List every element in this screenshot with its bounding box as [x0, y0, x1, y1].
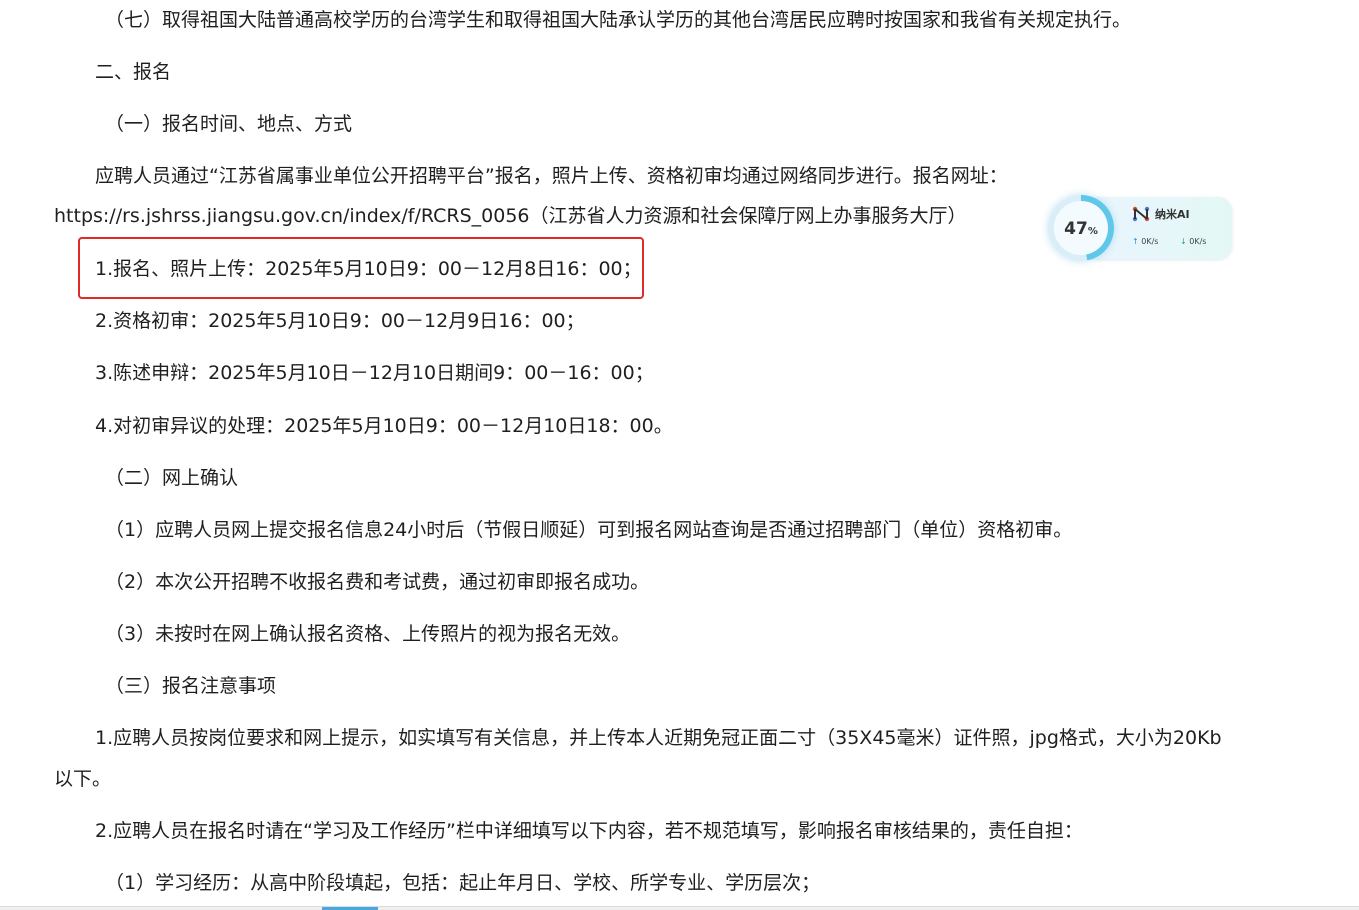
registration-url-link[interactable]: https://rs.jshrss.jiangsu.gov.cn/index/f…: [54, 203, 967, 229]
subsection-heading-time-place: （一）报名时间、地点、方式: [105, 113, 353, 135]
nano-ai-widget[interactable]: 47% 纳米AI ↑ 0K/s ↓ 0K/s: [1048, 195, 1234, 263]
notes-subitem-study-history: （1）学习经历：从高中阶段填起，包括：起止年月日、学校、所学专业、学历层次；: [105, 872, 821, 894]
highlight-box: [78, 237, 644, 299]
upload-speed-value: 0K/s: [1141, 237, 1159, 246]
paragraph-clause-7: （七）取得祖国大陆普通高校学历的台湾学生和取得祖国大陆承认学历的其他台湾居民应聘…: [105, 9, 1132, 31]
subsection-heading-online-confirmation: （二）网上确认: [105, 467, 239, 489]
confirmation-item-3: （3）未按时在网上确认报名资格、上传照片的视为报名无效。: [105, 623, 631, 645]
confirmation-item-2: （2）本次公开招聘不收报名费和考试费，通过初审即报名成功。: [105, 571, 650, 593]
widget-brand-label: 纳米AI: [1155, 208, 1190, 221]
download-speed: ↓ 0K/s: [1180, 237, 1206, 246]
paragraph-registration-platform: 应聘人员通过“江苏省属事业单位公开招聘平台”报名，照片上传、资格初审均通过网络同…: [95, 165, 1008, 187]
bottom-scrollbar-track[interactable]: [0, 906, 1359, 910]
section-heading-registration: 二、报名: [95, 61, 172, 83]
notes-item-1: 1.应聘人员按岗位要求和网上提示，如实填写有关信息，并上传本人近期免冠正面二寸（…: [95, 727, 1222, 749]
confirmation-item-1: （1）应聘人员网上提交报名信息24小时后（节假日顺延）可到报名网站查询是否通过招…: [105, 519, 1073, 541]
usage-ring[interactable]: 47%: [1048, 195, 1114, 261]
usage-percent: 47%: [1054, 201, 1108, 255]
upload-arrow-icon: ↑: [1132, 237, 1139, 246]
download-arrow-icon: ↓: [1180, 237, 1187, 246]
usage-percent-sign: %: [1087, 226, 1098, 237]
notes-item-1-continued: 以下。: [54, 768, 112, 790]
schedule-item-objection-handling: 4.对初审异议的处理：2025年5月10日9：00－12月10日18：00。: [95, 415, 673, 437]
schedule-item-statement-defense: 3.陈述申辩：2025年5月10日－12月10日期间9：00－16：00；: [95, 362, 654, 384]
notes-item-2: 2.应聘人员在报名时请在“学习及工作经历”栏中详细填写以下内容，若不规范填写，影…: [95, 820, 1083, 842]
download-speed-value: 0K/s: [1189, 237, 1207, 246]
nano-ai-logo-icon: [1132, 206, 1150, 222]
subsection-heading-notes: （三）报名注意事项: [105, 675, 277, 697]
usage-percent-value: 47: [1064, 219, 1088, 239]
upload-speed: ↑ 0K/s: [1132, 237, 1158, 246]
schedule-item-preliminary-review: 2.资格初审：2025年5月10日9：00－12月9日16：00；: [95, 310, 585, 332]
